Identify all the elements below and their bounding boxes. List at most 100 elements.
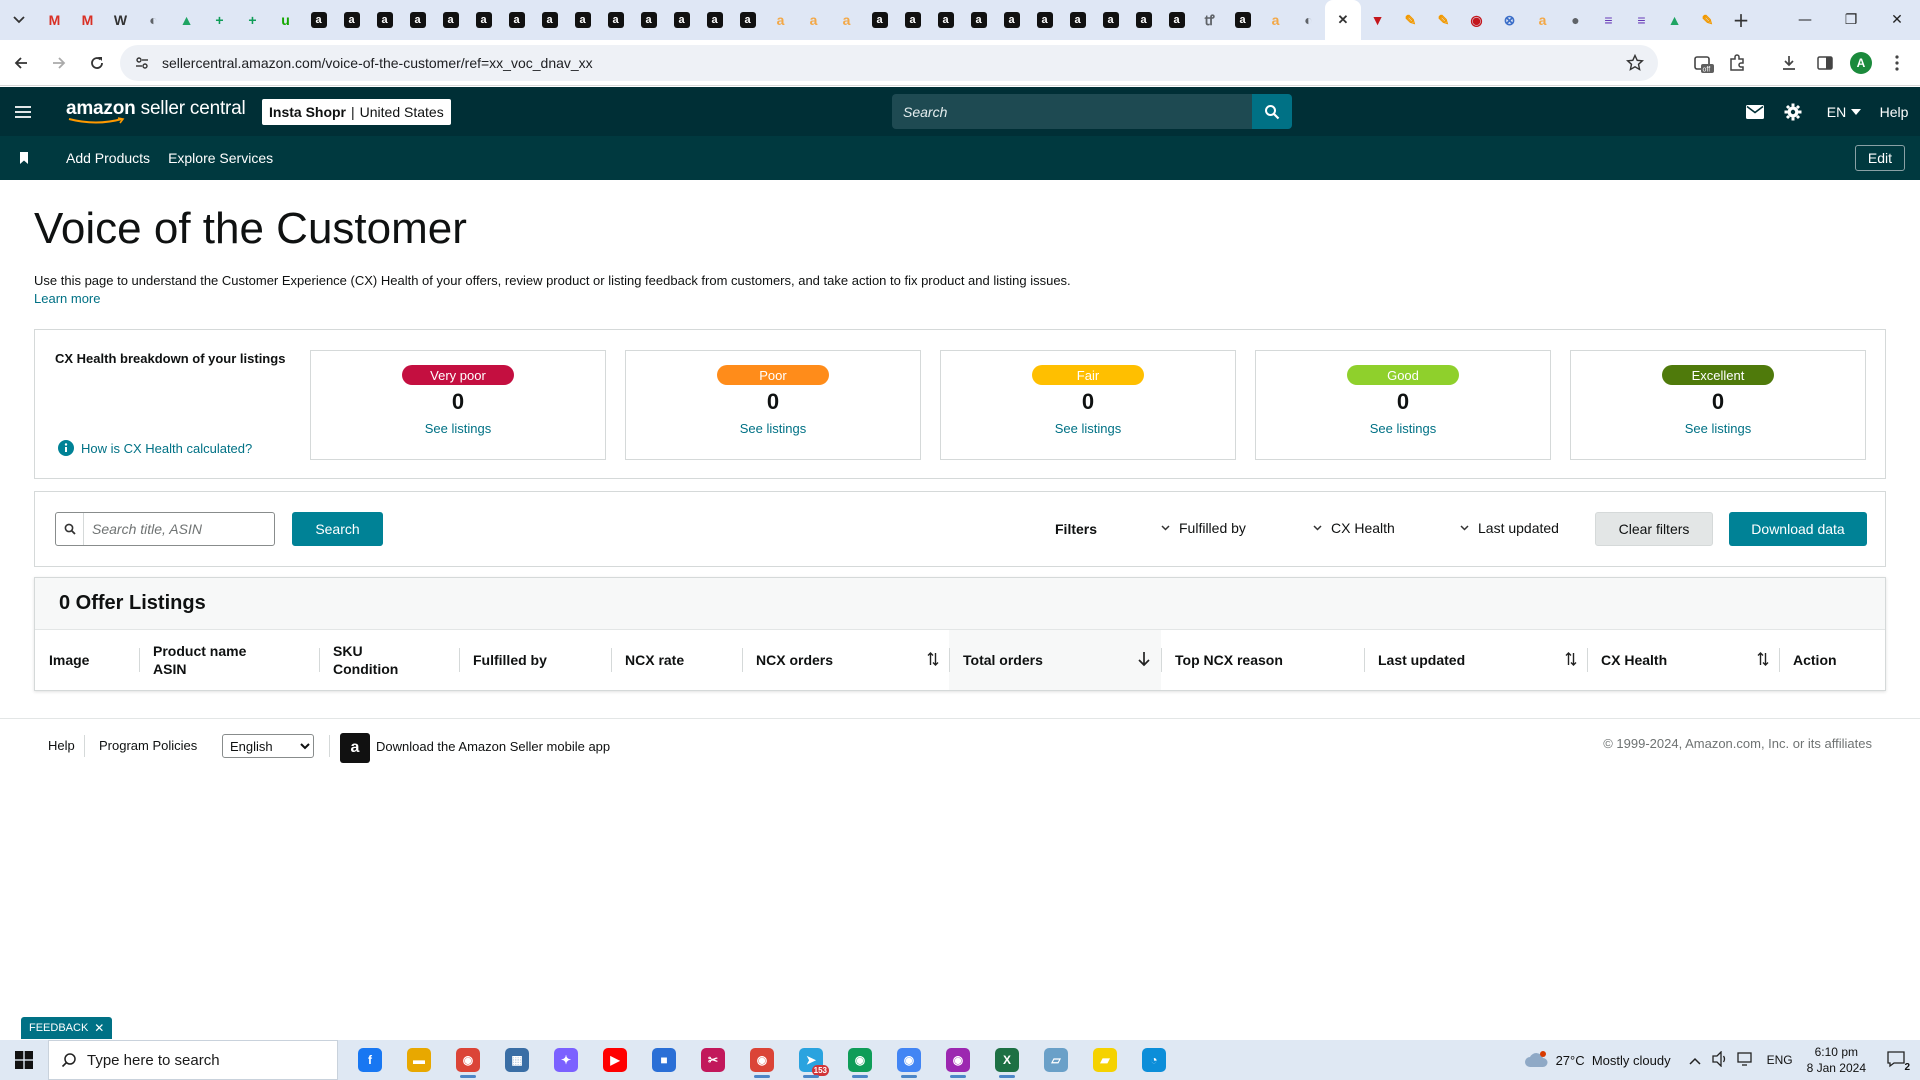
- browser-tab[interactable]: a: [1061, 0, 1094, 40]
- taskbar-app[interactable]: f: [350, 1040, 390, 1080]
- browser-tab[interactable]: a: [302, 0, 335, 40]
- browser-tab[interactable]: a: [764, 0, 797, 40]
- see-listings-link[interactable]: See listings: [425, 421, 491, 436]
- download-app-link[interactable]: Download the Amazon Seller mobile app: [376, 739, 610, 754]
- browser-tab[interactable]: ▲: [170, 0, 203, 40]
- browser-tab[interactable]: a: [1094, 0, 1127, 40]
- column-cx-health[interactable]: CX Health: [1587, 630, 1779, 690]
- taskbar-app[interactable]: ◉: [938, 1040, 978, 1080]
- profile-button[interactable]: A: [1844, 46, 1878, 80]
- browser-tab[interactable]: ▼: [1361, 0, 1394, 40]
- browser-tab[interactable]: ✎: [1427, 0, 1460, 40]
- mail-icon[interactable]: [1742, 87, 1768, 136]
- network-icon[interactable]: [1736, 1051, 1755, 1070]
- tab-search-chevron-icon[interactable]: [0, 0, 38, 40]
- settings-gear-icon[interactable]: [1780, 87, 1806, 136]
- taskbar-app[interactable]: ▰: [1085, 1040, 1125, 1080]
- column-last-updated[interactable]: Last updated: [1364, 630, 1587, 690]
- browser-tab[interactable]: a: [929, 0, 962, 40]
- browser-tab[interactable]: a: [467, 0, 500, 40]
- back-icon[interactable]: [4, 46, 38, 80]
- taskbar-app[interactable]: ■: [644, 1040, 684, 1080]
- browser-tab[interactable]: M: [38, 0, 71, 40]
- cx-health-info-link[interactable]: How is CX Health calculated?: [58, 440, 252, 456]
- store-switcher[interactable]: Insta Shopr | United States: [262, 99, 451, 125]
- taskbar-app[interactable]: X: [987, 1040, 1027, 1080]
- feedback-button[interactable]: FEEDBACK ✕: [21, 1017, 113, 1039]
- filter-fulfilled-by[interactable]: Fulfilled by: [1161, 520, 1246, 536]
- listing-search-input[interactable]: [84, 514, 274, 544]
- taskbar-app[interactable]: ✂: [693, 1040, 733, 1080]
- browser-tab[interactable]: ◉: [1460, 0, 1493, 40]
- reload-icon[interactable]: [80, 46, 114, 80]
- browser-tab[interactable]: ꝷ: [1193, 0, 1226, 40]
- taskbar-app[interactable]: ◉: [448, 1040, 488, 1080]
- weather-widget[interactable]: 27°C Mostly cloudy: [1524, 1051, 1671, 1069]
- listing-search-button[interactable]: Search: [292, 512, 383, 546]
- restore-window-icon[interactable]: ❐: [1828, 0, 1874, 40]
- browser-tab[interactable]: ≡: [1592, 0, 1625, 40]
- browser-tab[interactable]: a: [632, 0, 665, 40]
- browser-tab[interactable]: a: [368, 0, 401, 40]
- sort-both-icon[interactable]: [1757, 651, 1769, 671]
- help-link[interactable]: Help: [1874, 87, 1914, 136]
- browser-tab[interactable]: a: [995, 0, 1028, 40]
- browser-tab[interactable]: a: [335, 0, 368, 40]
- browser-tab[interactable]: a: [401, 0, 434, 40]
- browser-tab[interactable]: ≡: [1625, 0, 1658, 40]
- taskbar-app[interactable]: ▬: [399, 1040, 439, 1080]
- browser-tab[interactable]: a: [500, 0, 533, 40]
- taskbar-search-box[interactable]: Type here to search: [48, 1040, 338, 1080]
- forward-icon[interactable]: [42, 46, 76, 80]
- footer-program-policies-link[interactable]: Program Policies: [99, 738, 197, 753]
- browser-tab[interactable]: +: [236, 0, 269, 40]
- taskbar-app[interactable]: ➤ 153: [791, 1040, 831, 1080]
- taskbar-app[interactable]: ◉: [889, 1040, 929, 1080]
- download-data-button[interactable]: Download data: [1729, 512, 1867, 546]
- windows-start-icon[interactable]: [0, 1040, 48, 1080]
- taskbar-app[interactable]: ▱: [1036, 1040, 1076, 1080]
- hamburger-menu-icon[interactable]: [0, 87, 46, 136]
- browser-tab[interactable]: a: [1127, 0, 1160, 40]
- browser-tab[interactable]: a: [698, 0, 731, 40]
- url-text[interactable]: sellercentral.amazon.com/voice-of-the-cu…: [162, 55, 593, 71]
- browser-tab[interactable]: u: [269, 0, 302, 40]
- browser-tab[interactable]: ⊗: [1493, 0, 1526, 40]
- side-panel-icon[interactable]: [1808, 46, 1842, 80]
- browser-tab[interactable]: ●: [1559, 0, 1592, 40]
- amazon-app-icon[interactable]: a: [340, 733, 370, 763]
- site-settings-icon[interactable]: [134, 55, 150, 71]
- browser-tab[interactable]: W: [104, 0, 137, 40]
- taskbar-app[interactable]: ▶: [595, 1040, 635, 1080]
- bookmark-icon[interactable]: [0, 136, 48, 180]
- filter-last-updated[interactable]: Last updated: [1460, 520, 1559, 536]
- browser-tab[interactable]: a: [665, 0, 698, 40]
- browser-tab[interactable]: +: [203, 0, 236, 40]
- browser-tab[interactable]: a: [434, 0, 467, 40]
- notifications-icon[interactable]: 2: [1886, 1050, 1910, 1073]
- browser-tab[interactable]: a: [533, 0, 566, 40]
- column-ncx-orders[interactable]: NCX orders: [742, 630, 949, 690]
- seller-central-logo[interactable]: amazon seller central: [66, 98, 246, 125]
- browser-tab[interactable]: a: [1028, 0, 1061, 40]
- volume-icon[interactable]: [1711, 1049, 1729, 1070]
- sort-both-icon[interactable]: [1565, 651, 1577, 671]
- browser-tab[interactable]: a: [566, 0, 599, 40]
- extension-off-icon[interactable]: off: [1686, 46, 1720, 80]
- clear-filters-button[interactable]: Clear filters: [1595, 512, 1713, 546]
- browser-tab[interactable]: a: [731, 0, 764, 40]
- language-switcher[interactable]: EN: [1822, 87, 1866, 136]
- footer-help-link[interactable]: Help: [48, 738, 75, 753]
- close-tab-icon[interactable]: ✕: [1335, 12, 1351, 28]
- column-total-orders[interactable]: Total orders: [949, 630, 1161, 690]
- browser-tab[interactable]: M: [71, 0, 104, 40]
- close-icon[interactable]: ✕: [94, 1021, 104, 1035]
- browser-tab[interactable]: a: [1259, 0, 1292, 40]
- taskbar-app[interactable]: ◉: [742, 1040, 782, 1080]
- see-listings-link[interactable]: See listings: [1370, 421, 1436, 436]
- browser-tab[interactable]: a: [797, 0, 830, 40]
- new-tab-icon[interactable]: +: [1724, 0, 1758, 40]
- header-search-button[interactable]: [1252, 94, 1292, 129]
- browser-tab[interactable]: a: [896, 0, 929, 40]
- taskbar-app[interactable]: ◉: [840, 1040, 880, 1080]
